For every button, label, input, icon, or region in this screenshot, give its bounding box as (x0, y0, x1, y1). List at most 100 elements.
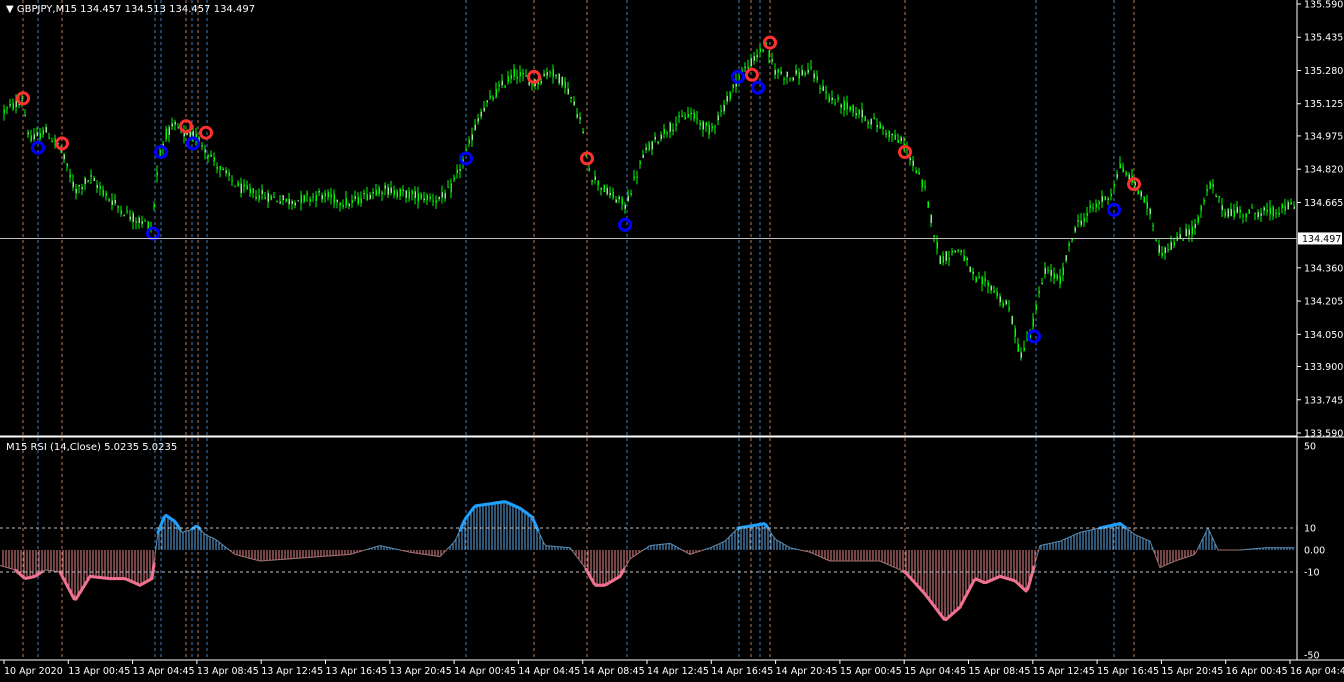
rsi-tick-label: 50 (1304, 442, 1316, 453)
price-tick-label: 134.665 (1304, 198, 1343, 209)
candle-body (327, 192, 329, 198)
candle-body (606, 187, 608, 195)
candle-body (309, 199, 311, 202)
candle-body (138, 217, 140, 223)
rsi-segment (1215, 545, 1219, 551)
candle-body (69, 174, 71, 178)
candle-body (981, 277, 983, 285)
candle-body (24, 115, 26, 117)
rsi-segment (771, 533, 775, 538)
candle-body (300, 194, 302, 204)
candle-body (984, 278, 986, 282)
candle-body (1278, 212, 1280, 215)
candle-body (636, 176, 638, 178)
candle-body (417, 193, 419, 202)
candle-body (1164, 247, 1166, 254)
candle-body (432, 200, 434, 202)
candle-body (456, 169, 458, 174)
price-axis: 135.590 135.435 135.280 135.125 134.975 134.8… (1297, 0, 1343, 440)
candle-body (645, 147, 647, 150)
candle-body (858, 109, 860, 115)
candle-body (63, 154, 65, 160)
rsi-segment (176, 524, 182, 531)
candle-body (810, 66, 812, 68)
candle-body (1263, 207, 1265, 211)
candle-body (30, 135, 32, 141)
candle-body (144, 220, 146, 222)
candle-body (375, 190, 377, 196)
candle-body (690, 112, 692, 114)
candle-body (801, 69, 803, 76)
candle-body (84, 178, 86, 185)
candle-body (363, 193, 365, 195)
candle-body (1197, 216, 1199, 223)
candle-body (402, 189, 404, 191)
sell-marker (199, 125, 213, 140)
trading-chart[interactable]: 135.590 135.435 135.280 135.125 134.975 134.8… (0, 0, 1344, 682)
candle-body (219, 166, 221, 170)
candle-body (447, 187, 449, 189)
candle-body (48, 137, 50, 140)
candle-body (114, 199, 116, 204)
candle-body (39, 133, 41, 139)
rsi-line (0, 500, 1295, 622)
candle-body (555, 74, 557, 76)
candle-body (93, 178, 95, 182)
candle-body (870, 118, 872, 125)
candle-body (939, 256, 941, 265)
candle-body (777, 69, 779, 73)
candle-body (663, 128, 665, 134)
candle-body (591, 180, 593, 182)
candle-body (738, 75, 740, 79)
candle-body (312, 196, 314, 198)
candle-body (924, 186, 926, 188)
candle-body (1020, 352, 1022, 358)
rsi-tick-label: -10 (1304, 568, 1320, 579)
candle-body (354, 196, 356, 199)
candle-body (687, 114, 689, 118)
candle-body (1143, 196, 1145, 203)
candle-body (648, 143, 650, 151)
candle-body (333, 193, 335, 203)
candle-body (321, 195, 323, 200)
candle-body (1089, 205, 1091, 208)
candle-body (27, 132, 29, 135)
candle-body (393, 190, 395, 195)
candle-body (519, 72, 521, 77)
candle-body (1173, 241, 1175, 246)
candle-body (1041, 283, 1043, 285)
candle-body (1134, 182, 1136, 186)
candle-body (276, 200, 278, 202)
candle-body (3, 109, 5, 114)
candle-body (768, 50, 770, 57)
candle-body (1077, 220, 1079, 222)
dropdown-arrow-icon[interactable]: ▼ (6, 4, 14, 15)
candle-body (450, 183, 452, 193)
time-tick-label: 13 Apr 04:45 (133, 666, 195, 677)
price-tick-label: 133.590 (1304, 429, 1343, 440)
price-tick-label: 133.745 (1304, 395, 1343, 406)
candle-body (429, 196, 431, 199)
candle-body (1233, 210, 1235, 217)
candle-body (6, 107, 8, 109)
candle-body (1275, 212, 1277, 214)
candle-body (1107, 198, 1109, 200)
candle-body (762, 49, 764, 51)
candle-body (171, 123, 173, 127)
candle-body (1227, 209, 1229, 217)
price-tick-label: 135.590 (1304, 0, 1343, 11)
candle-body (441, 192, 443, 198)
candle-body (348, 203, 350, 207)
candle-body (816, 76, 818, 81)
candle-body (1146, 201, 1148, 209)
candle-body (849, 106, 851, 111)
candle-body (1242, 215, 1244, 217)
candle-body (996, 291, 998, 296)
candle-body (324, 193, 326, 197)
candle-body (216, 166, 218, 169)
candle-body (1221, 205, 1223, 210)
candle-body (1104, 196, 1106, 201)
candle-body (726, 96, 728, 102)
candle-body (852, 104, 854, 113)
candle-body (918, 172, 920, 174)
